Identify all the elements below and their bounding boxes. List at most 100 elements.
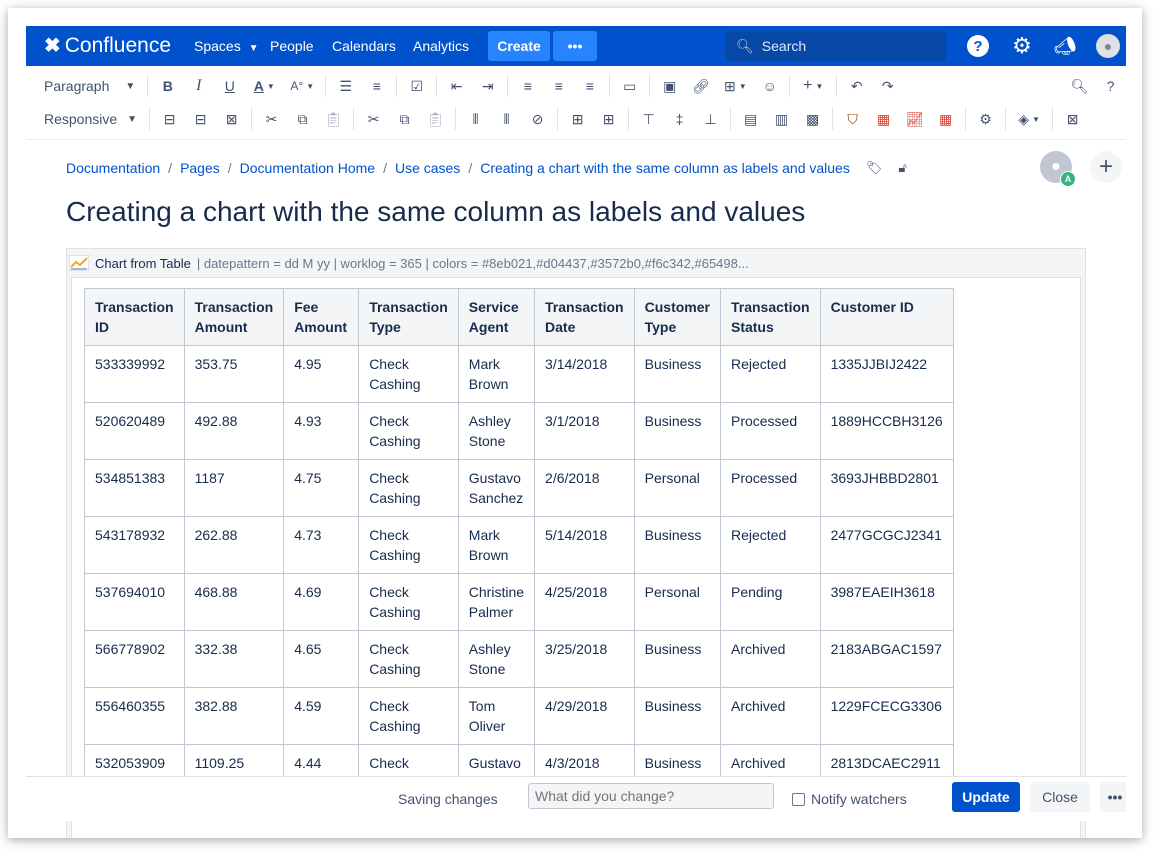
- help-shortcuts-button[interactable]: ?: [1095, 72, 1126, 100]
- table-cell[interactable]: Personal: [633, 459, 721, 517]
- align-bottom-button[interactable]: ⊥: [695, 105, 726, 133]
- invite-collaborator-button[interactable]: +: [1090, 151, 1122, 183]
- insert-link-button[interactable]: 🔗︎: [685, 72, 716, 100]
- chart-from-table-button[interactable]: 📈︎: [899, 105, 930, 133]
- table-filter-button[interactable]: ⛉: [837, 105, 868, 133]
- undo-button[interactable]: ↶: [841, 72, 872, 100]
- table-cell[interactable]: 3/14/2018: [534, 345, 635, 403]
- table-cell[interactable]: 1335JJBIJ2422: [819, 345, 954, 403]
- align-middle-button[interactable]: ‡: [664, 105, 695, 133]
- page-layout-button[interactable]: ▭: [614, 72, 645, 100]
- table-cell[interactable]: Processed: [719, 402, 821, 460]
- table-cell[interactable]: Rejected: [719, 516, 821, 574]
- table-cell[interactable]: 5/14/2018: [534, 516, 635, 574]
- table-cell[interactable]: Check Cashing: [358, 402, 459, 460]
- cut-row-button[interactable]: ✂: [256, 105, 287, 133]
- table-cell[interactable]: 3693JHBBD2801: [819, 459, 954, 517]
- table-cell[interactable]: 520620489: [84, 402, 185, 460]
- cut-column-button[interactable]: ✂: [358, 105, 389, 133]
- table-cell[interactable]: 492.88: [183, 402, 285, 460]
- cell-color-button[interactable]: ◈ ▼: [1010, 105, 1048, 133]
- table-cell[interactable]: 4/25/2018: [534, 573, 635, 631]
- table-cell[interactable]: Personal: [633, 573, 721, 631]
- more-formatting-button[interactable]: A° ▼: [283, 72, 321, 100]
- table-cell[interactable]: Archived: [719, 687, 821, 745]
- bold-button[interactable]: B: [152, 72, 183, 100]
- unlock-icon[interactable]: 🔓︎: [898, 160, 906, 176]
- bullet-list-button[interactable]: ☰: [330, 72, 361, 100]
- underline-button[interactable]: U: [214, 72, 245, 100]
- table-cell[interactable]: Check Cashing: [358, 516, 459, 574]
- table-cell[interactable]: Ashley Stone: [457, 402, 536, 460]
- table-cell[interactable]: Business: [633, 402, 721, 460]
- table-cell[interactable]: 2/6/2018: [534, 459, 635, 517]
- column-header[interactable]: Transaction Status: [719, 288, 821, 346]
- column-header[interactable]: Customer Type: [633, 288, 721, 346]
- column-header[interactable]: Fee Amount: [283, 288, 360, 346]
- delete-row-button[interactable]: ⊠: [216, 105, 247, 133]
- change-comment-input[interactable]: [528, 783, 774, 809]
- table-cell[interactable]: 537694010: [84, 573, 185, 631]
- table-cell[interactable]: Ashley Stone: [457, 630, 536, 688]
- table-cell[interactable]: 262.88: [183, 516, 285, 574]
- table-cell[interactable]: 4.73: [283, 516, 360, 574]
- align-center-button[interactable]: ≡: [543, 72, 574, 100]
- table-cell[interactable]: Tom Oliver: [457, 687, 536, 745]
- table-cell[interactable]: 4.59: [283, 687, 360, 745]
- close-button[interactable]: Close: [1030, 782, 1090, 812]
- nav-calendars[interactable]: Calendars: [332, 38, 396, 54]
- table-cell[interactable]: 1889HCCBH3126: [819, 402, 954, 460]
- nav-people[interactable]: People: [270, 38, 314, 54]
- table-cell[interactable]: 3/25/2018: [534, 630, 635, 688]
- insert-column-before-button[interactable]: ⫴: [460, 105, 491, 133]
- outdent-button[interactable]: ⇤: [441, 72, 472, 100]
- page-title[interactable]: Creating a chart with the same column as…: [66, 196, 805, 228]
- create-button[interactable]: Create: [488, 31, 550, 61]
- chart-from-table-macro[interactable]: Chart from Table | datepattern = dd M yy…: [66, 248, 1086, 838]
- table-cell[interactable]: 2477GCGCJ2341: [819, 516, 954, 574]
- table-cell[interactable]: 4.75: [283, 459, 360, 517]
- table-cell[interactable]: Christine Palmer: [457, 573, 536, 631]
- table-cell[interactable]: Check Cashing: [358, 630, 459, 688]
- table-cell[interactable]: Rejected: [719, 345, 821, 403]
- copy-row-button[interactable]: ⧉: [287, 105, 318, 133]
- confluence-logo[interactable]: ✖ Confluence: [44, 33, 171, 58]
- table-cell[interactable]: 1229FCECG3306: [819, 687, 954, 745]
- table-cell[interactable]: 3/1/2018: [534, 402, 635, 460]
- task-list-button[interactable]: ☑: [401, 72, 432, 100]
- copy-column-button[interactable]: ⧉: [389, 105, 420, 133]
- indent-button[interactable]: ⇥: [472, 72, 503, 100]
- notifications-button[interactable]: 📣︎: [1053, 34, 1077, 58]
- table-cell[interactable]: Check Cashing: [358, 573, 459, 631]
- nav-analytics[interactable]: Analytics: [413, 38, 469, 54]
- table-cell[interactable]: 4.65: [283, 630, 360, 688]
- header-column-button[interactable]: ▥: [766, 105, 797, 133]
- breadcrumb-item[interactable]: Pages: [180, 160, 220, 176]
- table-cell[interactable]: 533339992: [84, 345, 185, 403]
- insert-row-before-button[interactable]: ⊟: [154, 105, 185, 133]
- insert-row-after-button[interactable]: ⊟: [185, 105, 216, 133]
- table-cell[interactable]: Gustavo Sanchez: [457, 459, 536, 517]
- table-cell[interactable]: 3987EAEIH3618: [819, 573, 954, 631]
- table-cell[interactable]: Business: [633, 345, 721, 403]
- table-cell[interactable]: Business: [633, 687, 721, 745]
- breadcrumb-item[interactable]: Creating a chart with the same column as…: [480, 160, 850, 176]
- breadcrumb-item[interactable]: Use cases: [395, 160, 460, 176]
- pivot-table-button[interactable]: ▦: [868, 105, 899, 133]
- column-header[interactable]: Transaction ID: [84, 288, 185, 346]
- column-header[interactable]: Service Agent: [457, 288, 536, 346]
- search-input[interactable]: 🔍︎ Search: [726, 31, 946, 61]
- table-spreadsheet-button[interactable]: ▦: [930, 105, 961, 133]
- align-left-button[interactable]: ≡: [512, 72, 543, 100]
- paste-column-button[interactable]: 📋︎: [420, 105, 451, 133]
- table-cell[interactable]: 4.69: [283, 573, 360, 631]
- table-cell[interactable]: 468.88: [183, 573, 285, 631]
- label-tag-icon[interactable]: 🏷︎: [866, 160, 883, 176]
- nav-spaces[interactable]: Spaces ▼: [194, 38, 259, 54]
- table-cell[interactable]: Processed: [719, 459, 821, 517]
- table-cell[interactable]: 332.38: [183, 630, 285, 688]
- insert-column-after-button[interactable]: ⫴: [491, 105, 522, 133]
- table-cell[interactable]: 4.93: [283, 402, 360, 460]
- table-cell[interactable]: 353.75: [183, 345, 285, 403]
- align-right-button[interactable]: ≡: [574, 72, 605, 100]
